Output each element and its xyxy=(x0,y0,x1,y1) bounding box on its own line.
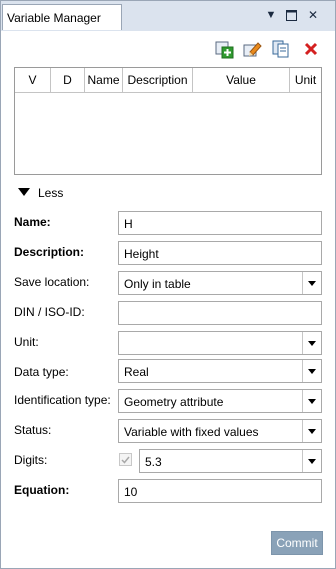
name-field[interactable]: H xyxy=(118,211,322,235)
close-icon[interactable]: ✕ xyxy=(305,7,321,23)
tab-variable-manager[interactable]: Variable Manager xyxy=(2,4,122,30)
collapse-arrow-icon xyxy=(18,188,30,196)
less-label: Less xyxy=(38,186,64,200)
data-type-dropdown[interactable]: Real xyxy=(118,359,322,383)
variables-table[interactable]: V D Name Description Value Unit xyxy=(14,67,322,175)
column-header-v[interactable]: V xyxy=(15,68,51,92)
name-value: H xyxy=(124,217,133,231)
column-header-description[interactable]: Description xyxy=(123,68,193,92)
unit-label: Unit: xyxy=(14,335,39,349)
status-value: Variable with fixed values xyxy=(124,425,259,439)
chevron-down-icon xyxy=(308,281,316,286)
chevron-down-icon xyxy=(308,459,316,464)
maximize-icon[interactable] xyxy=(283,7,299,23)
unit-dropdown[interactable] xyxy=(118,331,322,355)
identification-type-label: Identification type: xyxy=(14,393,111,407)
equation-field[interactable]: 10 xyxy=(118,479,322,503)
commit-button[interactable]: Commit xyxy=(271,531,323,555)
chevron-down-icon xyxy=(308,399,316,404)
column-header-d[interactable]: D xyxy=(51,68,85,92)
save-location-dropdown[interactable]: Only in table xyxy=(118,271,322,295)
chevron-down-icon xyxy=(308,369,316,374)
equation-value: 10 xyxy=(124,485,138,499)
delete-variable-icon[interactable] xyxy=(301,39,321,59)
new-variable-icon[interactable] xyxy=(214,39,234,59)
identification-type-value: Geometry attribute xyxy=(124,395,224,409)
column-header-value[interactable]: Value xyxy=(193,68,290,92)
column-header-name[interactable]: Name xyxy=(85,68,123,92)
save-location-label: Save location: xyxy=(14,275,90,289)
column-header-unit[interactable]: Unit xyxy=(290,68,321,92)
description-label: Description: xyxy=(14,245,85,259)
name-label: Name: xyxy=(14,215,51,229)
check-icon xyxy=(121,456,130,464)
din-iso-id-label: DIN / ISO-ID: xyxy=(14,305,85,319)
variable-manager-window: Variable Manager ▼ ✕ V D Name Descriptio… xyxy=(0,0,336,569)
identification-type-dropdown[interactable]: Geometry attribute xyxy=(118,389,322,413)
dropdown-arrow-icon[interactable]: ▼ xyxy=(263,7,279,23)
table-header: V D Name Description Value Unit xyxy=(15,68,321,93)
tab-title: Variable Manager xyxy=(7,11,101,25)
status-label: Status: xyxy=(14,423,52,437)
digits-label: Digits: xyxy=(14,453,48,467)
digits-value: 5.3 xyxy=(145,455,162,469)
save-location-value: Only in table xyxy=(124,277,191,291)
chevron-down-icon xyxy=(308,429,316,434)
edit-variable-icon[interactable] xyxy=(242,39,262,59)
digits-dropdown[interactable]: 5.3 xyxy=(139,449,322,473)
status-dropdown[interactable]: Variable with fixed values xyxy=(118,419,322,443)
chevron-down-icon xyxy=(308,341,316,346)
digits-checkbox[interactable] xyxy=(119,453,132,466)
din-iso-id-field[interactable] xyxy=(118,301,322,325)
description-value: Height xyxy=(124,247,159,261)
data-type-label: Data type: xyxy=(14,365,69,379)
tab-strip: Variable Manager ▼ ✕ xyxy=(1,1,335,31)
equation-label: Equation: xyxy=(14,483,70,497)
data-type-value: Real xyxy=(124,365,149,379)
description-field[interactable]: Height xyxy=(118,241,322,265)
copy-variable-icon[interactable] xyxy=(271,39,291,59)
